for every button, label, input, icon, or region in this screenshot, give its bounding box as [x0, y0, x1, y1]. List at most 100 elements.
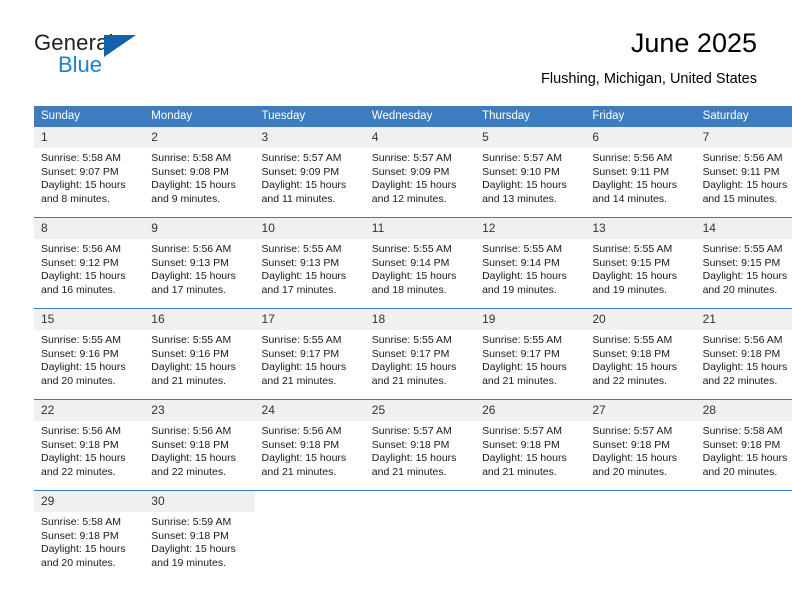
sunrise-text: Sunrise: 5:57 AM [371, 152, 452, 164]
sunrise-text: Sunrise: 5:58 AM [702, 425, 783, 437]
day-number: 27 [585, 400, 696, 421]
day-number: 6 [585, 127, 696, 148]
sunrise-text: Sunrise: 5:55 AM [702, 243, 783, 255]
sunset-text: Sunset: 9:18 PM [702, 438, 781, 451]
day-details: Sunrise: 5:56 AM Sunset: 9:11 PM Daylight:… [696, 148, 792, 206]
daylight-text: Daylight: 15 hours and 18 minutes. [371, 270, 457, 296]
calendar-day-cell[interactable]: 20 Sunrise: 5:55 AM Sunset: 9:18 PM Dayligh… [585, 308, 696, 400]
day-details: Sunrise: 5:57 AM Sunset: 9:18 PM Daylight:… [475, 421, 585, 479]
sunset-text: Sunset: 9:14 PM [482, 256, 560, 269]
sunrise-text: Sunrise: 5:56 AM [151, 425, 232, 437]
day-number: 30 [144, 491, 255, 512]
calendar-day-cell-empty [364, 490, 476, 581]
day-number: 22 [34, 400, 145, 421]
sunset-text: Sunset: 9:11 PM [592, 165, 670, 178]
daylight-text: Daylight: 15 hours and 22 minutes. [41, 452, 126, 478]
calendar-day-cell[interactable]: 15 Sunrise: 5:55 AM Sunset: 9:16 PM Dayligh… [34, 308, 145, 400]
daylight-text: Daylight: 15 hours and 22 minutes. [702, 361, 788, 387]
calendar-day-cell[interactable]: 11 Sunrise: 5:55 AM Sunset: 9:14 PM Dayligh… [364, 217, 476, 309]
calendar-day-cell[interactable]: 4 Sunrise: 5:57 AM Sunset: 9:09 PM Daylight… [364, 127, 476, 218]
calendar-page: General Blue June 2025 Flushing, Michiga… [0, 0, 792, 612]
sunrise-text: Sunrise: 5:58 AM [151, 152, 232, 164]
calendar-day-cell[interactable]: 10 Sunrise: 5:55 AM Sunset: 9:13 PM Dayligh… [254, 217, 365, 309]
day-number: 23 [144, 400, 255, 421]
day-number: 16 [144, 309, 255, 330]
day-details: Sunrise: 5:55 AM Sunset: 9:18 PM Daylight:… [585, 330, 695, 388]
sunrise-text: Sunrise: 5:55 AM [482, 243, 563, 255]
general-blue-logo: General Blue [34, 30, 154, 82]
calendar-day-cell[interactable]: 23 Sunrise: 5:56 AM Sunset: 9:18 PM Dayligh… [144, 399, 255, 491]
calendar-day-cell[interactable]: 22 Sunrise: 5:56 AM Sunset: 9:18 PM Dayligh… [34, 399, 145, 491]
day-number: 1 [34, 127, 145, 148]
sunrise-text: Sunrise: 5:56 AM [702, 152, 783, 164]
day-number: 24 [254, 400, 365, 421]
daylight-text: Daylight: 15 hours and 11 minutes. [261, 179, 347, 205]
daylight-text: Daylight: 15 hours and 13 minutes. [482, 179, 567, 205]
calendar-day-cell[interactable]: 29 Sunrise: 5:58 AM Sunset: 9:18 PM Dayligh… [34, 490, 145, 581]
calendar-day-cell[interactable]: 27 Sunrise: 5:57 AM Sunset: 9:18 PM Dayligh… [585, 399, 696, 491]
calendar-day-cell[interactable]: 6 Sunrise: 5:56 AM Sunset: 9:11 PM Daylight… [585, 127, 696, 218]
day-details: Sunrise: 5:56 AM Sunset: 9:18 PM Daylight:… [144, 421, 254, 479]
sunrise-text: Sunrise: 5:58 AM [41, 516, 121, 528]
calendar-day-cell[interactable]: 3 Sunrise: 5:57 AM Sunset: 9:09 PM Daylight… [254, 127, 365, 218]
daylight-text: Daylight: 15 hours and 20 minutes. [41, 543, 126, 569]
weekday-header-friday: Friday [585, 106, 696, 127]
calendar-day-cell[interactable]: 19 Sunrise: 5:55 AM Sunset: 9:17 PM Dayligh… [475, 308, 586, 400]
daylight-text: Daylight: 15 hours and 19 minutes. [151, 543, 236, 569]
calendar-week-row: 1 Sunrise: 5:58 AM Sunset: 9:07 PM Daylight… [34, 127, 792, 218]
calendar-day-cell[interactable]: 7 Sunrise: 5:56 AM Sunset: 9:11 PM Daylight… [695, 127, 792, 218]
day-details: Sunrise: 5:56 AM Sunset: 9:13 PM Daylight:… [144, 239, 254, 297]
daylight-text: Daylight: 15 hours and 21 minutes. [371, 361, 457, 387]
daylight-text: Daylight: 15 hours and 22 minutes. [592, 361, 677, 387]
day-number: 9 [144, 218, 255, 239]
calendar-day-cell[interactable]: 21 Sunrise: 5:56 AM Sunset: 9:18 PM Dayligh… [695, 308, 792, 400]
weekday-header-sunday: Sunday [34, 106, 145, 127]
sunset-text: Sunset: 9:18 PM [41, 529, 119, 542]
calendar-day-cell[interactable]: 14 Sunrise: 5:55 AM Sunset: 9:15 PM Dayligh… [695, 217, 792, 309]
day-details [696, 512, 792, 516]
calendar-day-cell[interactable]: 12 Sunrise: 5:55 AM Sunset: 9:14 PM Dayligh… [475, 217, 586, 309]
daylight-text: Daylight: 15 hours and 17 minutes. [261, 270, 347, 296]
calendar-day-cell[interactable]: 9 Sunrise: 5:56 AM Sunset: 9:13 PM Daylight… [144, 217, 255, 309]
day-number: 17 [254, 309, 365, 330]
day-number [254, 491, 365, 512]
calendar-header-row: Sunday Monday Tuesday Wednesday Thursday… [34, 106, 792, 127]
calendar-day-cell[interactable]: 18 Sunrise: 5:55 AM Sunset: 9:17 PM Dayligh… [364, 308, 476, 400]
daylight-text: Daylight: 15 hours and 22 minutes. [151, 452, 236, 478]
sunrise-text: Sunrise: 5:56 AM [41, 243, 121, 255]
calendar-day-cell[interactable]: 5 Sunrise: 5:57 AM Sunset: 9:10 PM Daylight… [475, 127, 586, 218]
day-number: 21 [695, 309, 792, 330]
calendar-day-cell-empty [254, 490, 365, 581]
day-details: Sunrise: 5:55 AM Sunset: 9:17 PM Daylight:… [475, 330, 585, 388]
sunset-text: Sunset: 9:15 PM [592, 256, 670, 269]
day-number: 26 [475, 400, 586, 421]
calendar-day-cell-empty [475, 490, 586, 581]
calendar-day-cell[interactable]: 25 Sunrise: 5:57 AM Sunset: 9:18 PM Dayligh… [364, 399, 476, 491]
calendar-day-cell[interactable]: 16 Sunrise: 5:55 AM Sunset: 9:16 PM Dayligh… [144, 308, 255, 400]
daylight-text: Daylight: 15 hours and 21 minutes. [482, 452, 567, 478]
calendar-day-cell[interactable]: 30 Sunrise: 5:59 AM Sunset: 9:18 PM Dayligh… [144, 490, 255, 581]
day-details: Sunrise: 5:59 AM Sunset: 9:18 PM Daylight:… [144, 512, 254, 570]
calendar-day-cell[interactable]: 2 Sunrise: 5:58 AM Sunset: 9:08 PM Daylight… [144, 127, 255, 218]
calendar-day-cell[interactable]: 17 Sunrise: 5:55 AM Sunset: 9:17 PM Dayligh… [254, 308, 365, 400]
daylight-text: Daylight: 15 hours and 21 minutes. [371, 452, 457, 478]
calendar-day-cell[interactable]: 1 Sunrise: 5:58 AM Sunset: 9:07 PM Daylight… [34, 127, 145, 218]
daylight-text: Daylight: 15 hours and 12 minutes. [371, 179, 457, 205]
calendar-day-cell[interactable]: 8 Sunrise: 5:56 AM Sunset: 9:12 PM Daylight… [34, 217, 145, 309]
calendar-day-cell[interactable]: 26 Sunrise: 5:57 AM Sunset: 9:18 PM Dayligh… [475, 399, 586, 491]
calendar-day-cell[interactable]: 28 Sunrise: 5:58 AM Sunset: 9:18 PM Dayligh… [695, 399, 792, 491]
weekday-header-thursday: Thursday [475, 106, 586, 127]
day-number: 13 [585, 218, 696, 239]
day-number: 18 [364, 309, 476, 330]
sunset-text: Sunset: 9:18 PM [482, 438, 560, 451]
sunset-text: Sunset: 9:17 PM [371, 347, 450, 360]
sunset-text: Sunset: 9:18 PM [151, 438, 229, 451]
calendar-week-row: 29 Sunrise: 5:58 AM Sunset: 9:18 PM Dayligh… [34, 490, 792, 581]
day-details: Sunrise: 5:56 AM Sunset: 9:18 PM Daylight:… [696, 330, 792, 388]
calendar-day-cell[interactable]: 13 Sunrise: 5:55 AM Sunset: 9:15 PM Dayligh… [585, 217, 696, 309]
sunrise-text: Sunrise: 5:55 AM [371, 334, 452, 346]
day-details: Sunrise: 5:57 AM Sunset: 9:09 PM Daylight:… [255, 148, 365, 206]
daylight-text: Daylight: 15 hours and 14 minutes. [592, 179, 677, 205]
calendar-day-cell[interactable]: 24 Sunrise: 5:56 AM Sunset: 9:18 PM Dayligh… [254, 399, 365, 491]
sunset-text: Sunset: 9:18 PM [371, 438, 450, 451]
